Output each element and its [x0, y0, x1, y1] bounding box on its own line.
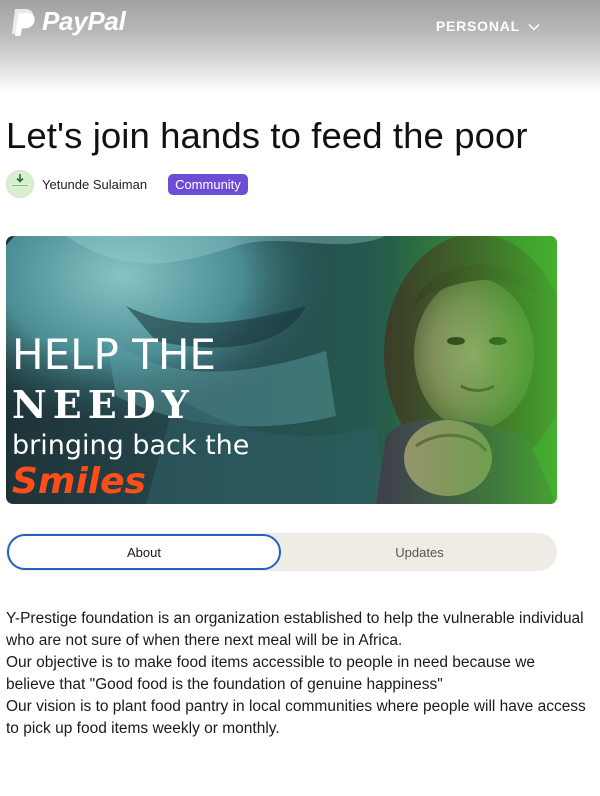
hero-line-smiles: Smiles — [12, 461, 146, 502]
chevron-down-icon — [528, 18, 540, 34]
hero-line-needy: NEEDY — [12, 382, 195, 427]
description-paragraph: Our vision is to plant food pantry in lo… — [6, 698, 586, 737]
personal-menu-label: PERSONAL — [435, 18, 520, 34]
personal-menu[interactable]: PERSONAL — [436, 18, 540, 34]
site-header: PayPal PERSONAL — [0, 0, 600, 92]
author-row: Yetunde Sulaiman Community — [6, 170, 248, 198]
paypal-logo[interactable]: PayPal — [10, 6, 126, 37]
avatar — [6, 170, 34, 198]
tab-bar: About Updates — [6, 533, 557, 571]
campaign-description: Y-Prestige foundation is an organization… — [6, 608, 586, 740]
hero-caption: HELP THE NEEDY bringing back the Smiles — [12, 334, 249, 500]
description-paragraph: Our objective is to make food items acce… — [6, 654, 536, 693]
hero-line-help-the: HELP THE — [12, 330, 216, 379]
paypal-p-icon — [10, 7, 36, 37]
organizer-logo-icon — [9, 171, 31, 197]
hero-line-bringing-back: bringing back the — [12, 430, 250, 461]
tab-updates[interactable]: Updates — [282, 533, 557, 571]
page-title: Let's join hands to feed the poor — [6, 115, 528, 156]
hero-image: HELP THE NEEDY bringing back the Smiles — [6, 236, 557, 504]
tab-about[interactable]: About — [7, 534, 281, 570]
category-badge[interactable]: Community — [168, 173, 248, 195]
brand-name: PayPal — [42, 6, 126, 36]
description-paragraph: Y-Prestige foundation is an organization… — [6, 610, 584, 649]
author-name: Yetunde Sulaiman — [42, 176, 148, 192]
